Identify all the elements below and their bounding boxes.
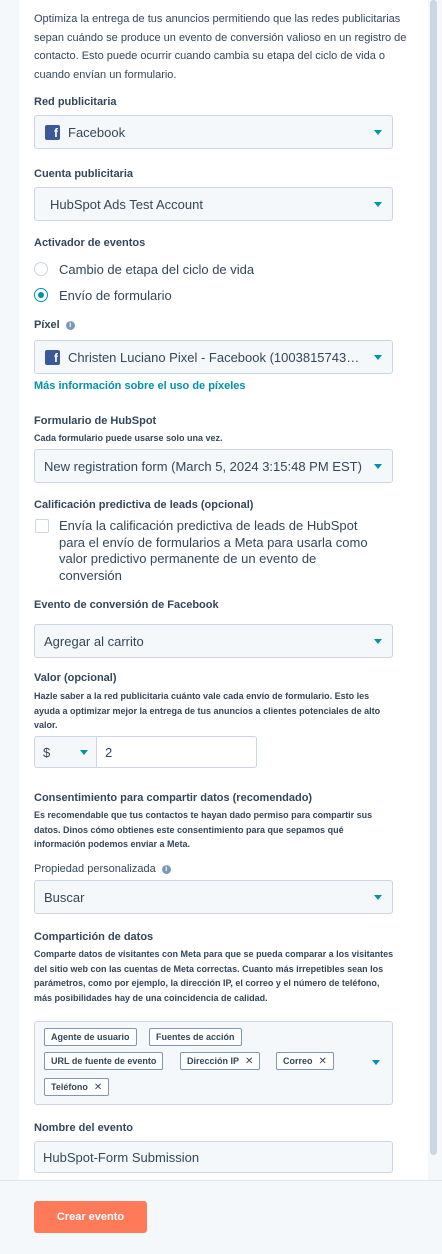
- pixel-label-row: Píxel i: [34, 319, 75, 331]
- form-value: New registration form (March 5, 2024 3:1…: [44, 458, 362, 474]
- trigger-option-form[interactable]: Envío de formulario: [34, 288, 334, 304]
- intro-text: Optimiza la entrega de tus anuncios perm…: [34, 13, 407, 81]
- custom-property-value: Buscar: [44, 889, 85, 905]
- chevron-down-icon: [374, 354, 382, 360]
- tag-label: Teléfono: [51, 1082, 88, 1092]
- close-icon[interactable]: ✕: [94, 1082, 102, 1093]
- chevron-down-icon[interactable]: [372, 1060, 380, 1065]
- event-name-value: HubSpot-Form Submission: [43, 1149, 200, 1165]
- create-event-button[interactable]: Crear evento: [34, 1201, 147, 1233]
- data-sharing-label: Compartición de datos: [34, 931, 154, 943]
- close-icon[interactable]: ✕: [319, 1056, 327, 1067]
- info-icon[interactable]: i: [65, 321, 75, 330]
- ad-account-value: HubSpot Ads Test Account: [50, 196, 203, 212]
- tag-email: Correo ✕: [276, 1052, 334, 1070]
- value-help: Hazle saber a la red publicitaria cuánto…: [34, 691, 381, 730]
- tag-user-agent: Agente de usuario: [44, 1028, 137, 1046]
- pixel-value: Christen Luciano Pixel - Facebook (10038…: [68, 349, 366, 365]
- tag-label: URL de fuente de evento: [51, 1056, 157, 1066]
- chevron-down-icon: [80, 749, 88, 755]
- trigger-option-lifecycle[interactable]: Cambio de etapa del ciclo de vida: [34, 262, 334, 278]
- value-amount: 2: [105, 744, 113, 760]
- tag-event-source-url: URL de fuente de evento: [44, 1052, 164, 1070]
- ad-account-select[interactable]: HubSpot Ads Test Account: [34, 187, 393, 221]
- scrollbar[interactable]: [430, 0, 437, 1155]
- tag-label: Agente de usuario: [51, 1032, 130, 1042]
- custom-property-label: Propiedad personalizada: [34, 863, 156, 875]
- ad-account-label: Cuenta publicitaria: [34, 168, 134, 180]
- tag-label: Fuentes de acción: [156, 1032, 235, 1042]
- ad-network-label: Red publicitaria: [34, 96, 117, 108]
- form-label: Formulario de HubSpot: [34, 415, 157, 427]
- pixel-label: Píxel: [34, 319, 60, 331]
- form-select[interactable]: New registration form (March 5, 2024 3:1…: [34, 449, 393, 483]
- facebook-icon: f: [45, 349, 60, 365]
- value-label: Valor (opcional): [34, 672, 117, 684]
- pixel-info-link[interactable]: Más información sobre el uso de píxeles: [34, 380, 246, 392]
- radio-lifecycle[interactable]: [34, 262, 48, 276]
- trigger-option-form-label: Envío de formulario: [59, 288, 172, 303]
- currency-value: $: [43, 744, 51, 760]
- tag-phone: Teléfono ✕: [44, 1078, 110, 1096]
- conversion-event-value: Agregar al carrito: [44, 633, 144, 649]
- chevron-down-icon: [374, 463, 382, 469]
- value-amount-input[interactable]: 2: [96, 736, 257, 768]
- custom-property-label-row: Propiedad personalizada i: [34, 863, 171, 875]
- conversion-event-label: Evento de conversión de Facebook: [34, 599, 219, 611]
- event-form-panel: Optimiza la entrega de tus anuncios perm…: [19, 0, 428, 1180]
- pixel-select[interactable]: f Christen Luciano Pixel - Facebook (100…: [34, 340, 393, 374]
- chevron-down-icon: [374, 638, 382, 644]
- data-sharing-help: Comparte datos de visitantes con Meta pa…: [34, 949, 394, 1003]
- event-name-label: Nombre del evento: [34, 1122, 134, 1134]
- chevron-down-icon: [374, 894, 382, 900]
- tag-label: Dirección IP: [187, 1056, 240, 1066]
- ad-network-select[interactable]: f Facebook: [34, 115, 393, 149]
- currency-select[interactable]: $: [34, 736, 97, 768]
- trigger-option-lifecycle-label: Cambio de etapa del ciclo de vida: [59, 262, 255, 277]
- event-name-input[interactable]: HubSpot-Form Submission: [34, 1141, 393, 1173]
- lead-scoring-checkbox[interactable]: [35, 519, 49, 533]
- custom-property-select[interactable]: Buscar: [34, 880, 393, 914]
- data-sharing-multiselect[interactable]: Agente de usuario Fuentes de acción URL …: [34, 1021, 393, 1105]
- chevron-down-icon: [374, 201, 382, 207]
- tag-action-source: Fuentes de acción: [149, 1028, 242, 1046]
- radio-form-submission[interactable]: [34, 288, 48, 302]
- form-help: Cada formulario puede usarse solo una ve…: [34, 433, 223, 443]
- conversion-event-select[interactable]: Agregar al carrito: [34, 624, 393, 658]
- tag-label: Correo: [283, 1056, 313, 1066]
- lead-scoring-label: Calificación predictiva de leads (opcion…: [34, 499, 254, 511]
- consent-help: Es recomendable que tus contactos te hay…: [34, 810, 373, 849]
- tag-ip-address: Dirección IP ✕: [180, 1052, 261, 1070]
- consent-label: Consentimiento para compartir datos (rec…: [34, 792, 313, 804]
- ad-network-value: Facebook: [68, 124, 126, 140]
- facebook-icon: f: [45, 124, 60, 140]
- lead-scoring-text: Envía la calificación predictiva de lead…: [59, 518, 368, 583]
- trigger-label: Activador de eventos: [34, 237, 146, 249]
- chevron-down-icon: [374, 129, 382, 135]
- info-icon[interactable]: i: [161, 865, 171, 874]
- close-icon[interactable]: ✕: [245, 1056, 253, 1067]
